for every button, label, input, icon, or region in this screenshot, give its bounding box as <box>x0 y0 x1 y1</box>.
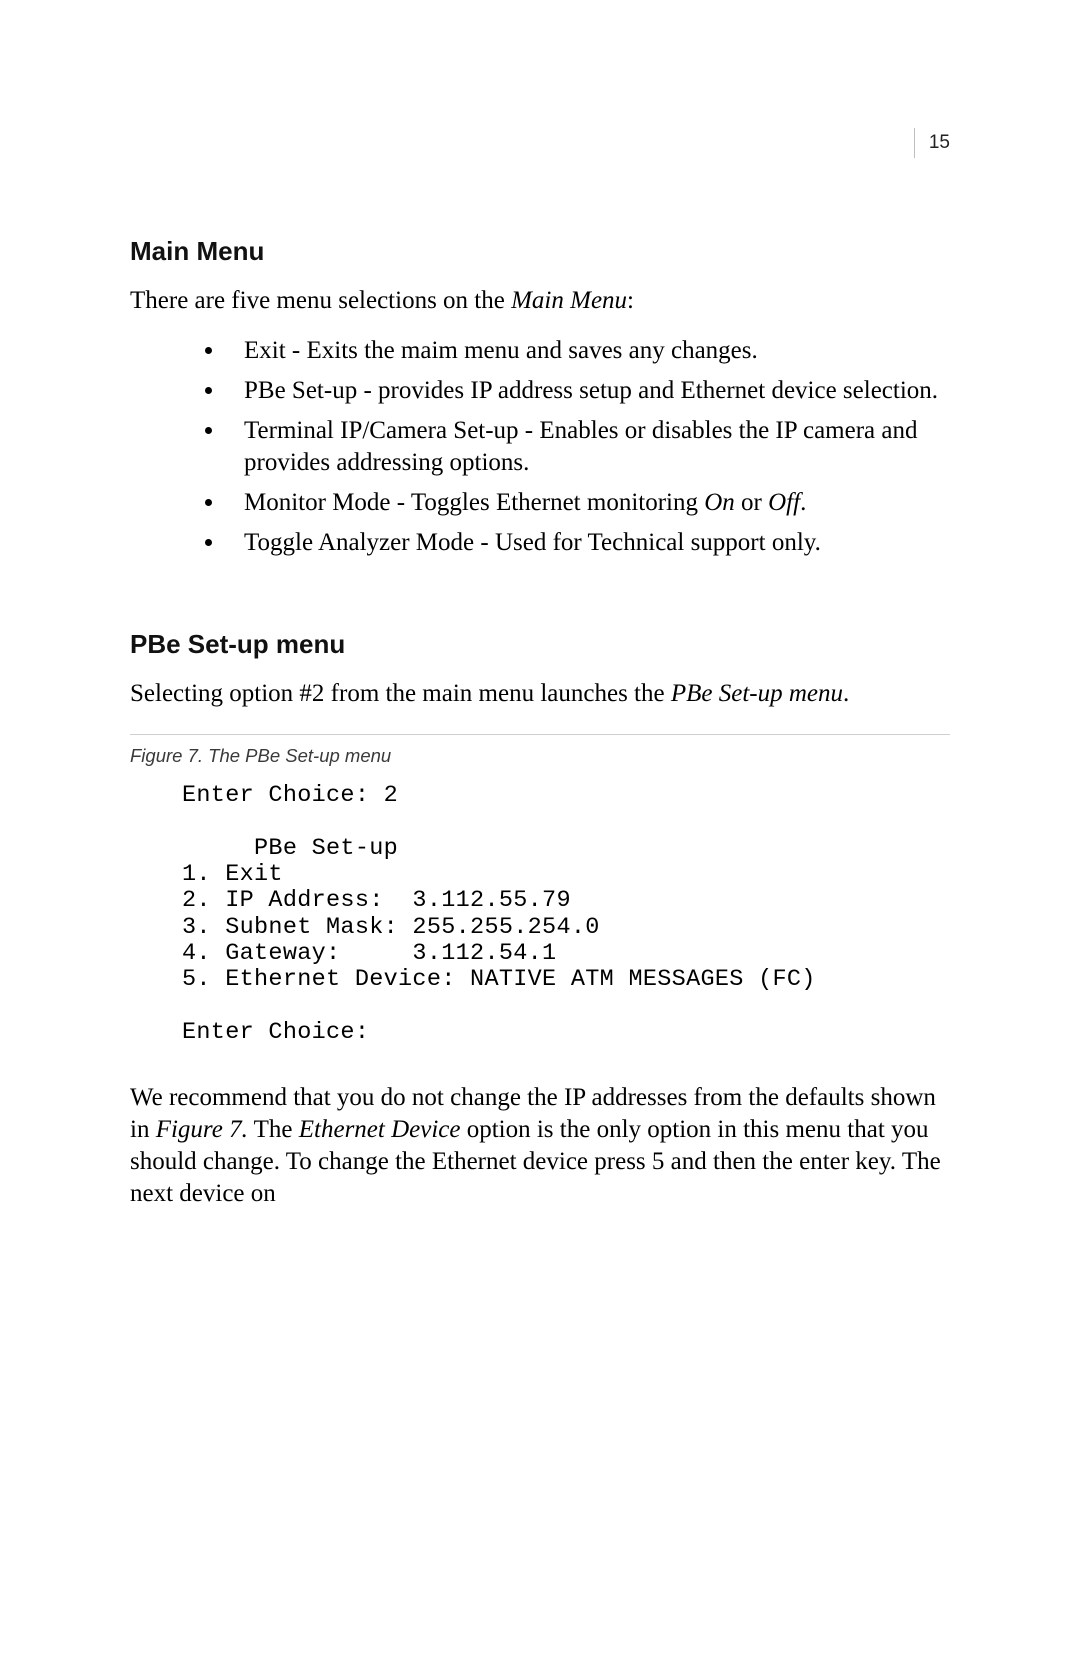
list-text-pre: Monitor Mode - Toggles Ethernet monitori… <box>244 489 704 516</box>
intro-pbe-setup: Selecting option #2 from the main menu l… <box>130 678 950 710</box>
heading-main-menu: Main Menu <box>130 236 950 267</box>
page-number: 15 <box>929 132 950 154</box>
heading-pbe-setup: PBe Set-up menu <box>130 629 950 660</box>
list-text: Exit - Exits the maim menu and saves any… <box>244 337 758 364</box>
intro-text-em: Main Menu <box>511 287 627 314</box>
page-number-rule <box>914 128 915 158</box>
intro-text-post: : <box>627 287 634 314</box>
list-text-em2: Off <box>768 489 800 516</box>
figure-caption: Figure 7. The PBe Set-up menu <box>130 745 950 767</box>
closing-em1: Figure 7. <box>156 1116 248 1143</box>
intro2-pre: Selecting option #2 from the main menu l… <box>130 680 671 707</box>
page-number-container: 15 <box>914 128 950 158</box>
intro-main-menu: There are five menu selections on the Ma… <box>130 285 950 317</box>
page: 15 Main Menu There are five menu selecti… <box>0 0 1080 1669</box>
list-text: PBe Set-up - provides IP address setup a… <box>244 377 938 404</box>
main-menu-list: Exit - Exits the maim menu and saves any… <box>130 335 950 559</box>
closing-paragraph: We recommend that you do not change the … <box>130 1082 950 1210</box>
list-item: Toggle Analyzer Mode - Used for Technica… <box>226 527 950 559</box>
intro-text-pre: There are five menu selections on the <box>130 287 511 314</box>
intro2-em: PBe Set-up menu <box>671 680 843 707</box>
closing-em2: Ethernet Device <box>299 1116 461 1143</box>
list-text: Toggle Analyzer Mode - Used for Technica… <box>244 529 821 556</box>
closing-b: The <box>248 1116 299 1143</box>
list-text: Terminal IP/Camera Set-up - Enables or d… <box>244 417 918 476</box>
list-text-em1: On <box>704 489 735 516</box>
intro2-post: . <box>843 680 849 707</box>
list-item: Exit - Exits the maim menu and saves any… <box>226 335 950 367</box>
figure-rule <box>130 734 950 735</box>
list-text-mid: or <box>735 489 768 516</box>
list-item: Monitor Mode - Toggles Ethernet monitori… <box>226 487 950 519</box>
list-text-post: . <box>800 489 806 516</box>
list-item: PBe Set-up - provides IP address setup a… <box>226 375 950 407</box>
list-item: Terminal IP/Camera Set-up - Enables or d… <box>226 415 950 479</box>
body-content: Main Menu There are five menu selections… <box>130 236 950 1210</box>
terminal-output: Enter Choice: 2 PBe Set-up 1. Exit 2. IP… <box>182 783 950 1046</box>
